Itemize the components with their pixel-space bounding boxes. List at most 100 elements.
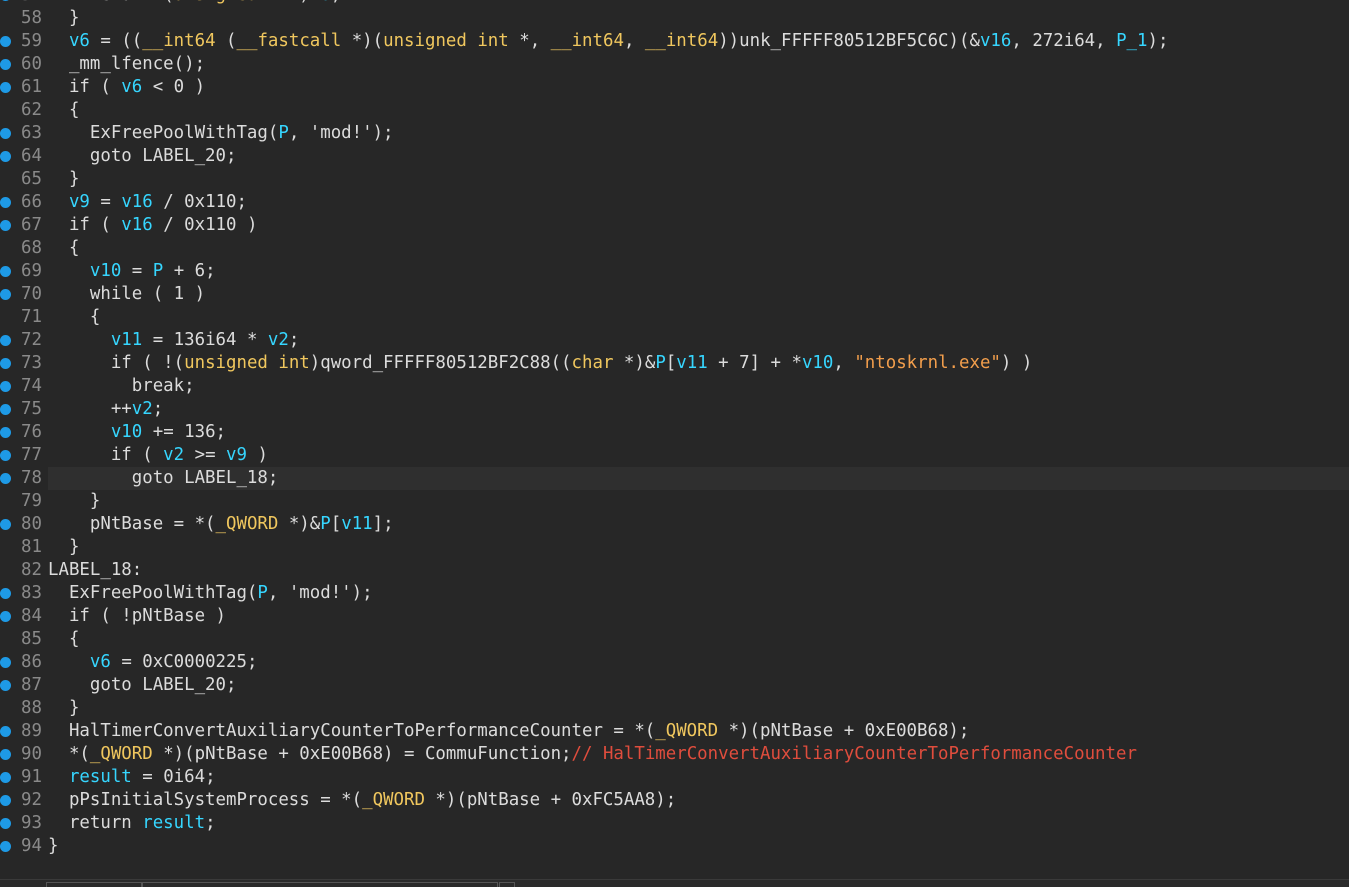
code-text[interactable]: } [48, 490, 100, 513]
code-text[interactable]: return result; [48, 812, 216, 835]
code-text[interactable]: ++v2; [48, 398, 163, 421]
pseudocode-view[interactable]: 57 return (unsigned int)v6;58 }59 v6 = (… [0, 0, 1349, 887]
code-token: } [48, 491, 101, 511]
code-line[interactable]: 67 if ( v16 / 0x110 ) [0, 214, 1349, 237]
code-line[interactable]: 80 pNtBase = *(_QWORD *)&P[v11]; [0, 513, 1349, 536]
code-text[interactable]: if ( !pNtBase ) [48, 605, 226, 628]
code-line[interactable]: 68 { [0, 237, 1349, 260]
code-line[interactable]: 69 v10 = P + 6; [0, 260, 1349, 283]
code-line[interactable]: 62 { [0, 99, 1349, 122]
code-text[interactable]: result = 0i64; [48, 766, 216, 789]
code-text[interactable]: { [48, 99, 79, 122]
code-token: if ( [48, 77, 122, 97]
code-area[interactable]: 57 return (unsigned int)v6;58 }59 v6 = (… [0, 0, 1349, 858]
code-text[interactable]: if ( !(unsigned int)qword_FFFFF80512BF2C… [48, 352, 1033, 375]
code-text[interactable]: return (unsigned int)v6; [48, 0, 341, 7]
code-text[interactable]: *(_QWORD *)(pNtBase + 0xE00B68) = CommuF… [48, 743, 1137, 766]
code-text[interactable]: if ( v2 >= v9 ) [48, 444, 268, 467]
code-text[interactable]: ExFreePoolWithTag(P, 'mod!'); [48, 582, 373, 605]
code-text[interactable]: } [48, 7, 79, 30]
code-text[interactable]: pNtBase = *(_QWORD *)&P[v11]; [48, 513, 394, 536]
code-token: char [571, 353, 614, 373]
code-text[interactable]: LABEL_18: [48, 559, 142, 582]
code-line[interactable]: 70 while ( 1 ) [0, 283, 1349, 306]
code-line[interactable]: 86 v6 = 0xC0000225; [0, 651, 1349, 674]
code-line[interactable]: 57 return (unsigned int)v6; [0, 0, 1349, 7]
code-text[interactable]: if ( v6 < 0 ) [48, 76, 205, 99]
code-line[interactable]: 77 if ( v2 >= v9 ) [0, 444, 1349, 467]
code-text[interactable]: pPsInitialSystemProcess = *(_QWORD *)(pN… [48, 789, 676, 812]
code-text[interactable]: goto LABEL_20; [48, 145, 237, 168]
code-token: v10 [89, 261, 122, 281]
code-text[interactable]: goto LABEL_20; [48, 674, 237, 697]
code-line[interactable]: 89 HalTimerConvertAuxiliaryCounterToPerf… [0, 720, 1349, 743]
code-line[interactable]: 65 } [0, 168, 1349, 191]
code-text[interactable]: v11 = 136i64 * v2; [48, 329, 300, 352]
code-line[interactable]: 90 *(_QWORD *)(pNtBase + 0xE00B68) = Com… [0, 743, 1349, 766]
code-text[interactable]: break; [48, 375, 195, 398]
code-token: } [48, 8, 80, 28]
code-text[interactable]: } [48, 168, 79, 191]
code-text[interactable]: } [48, 697, 79, 720]
code-line[interactable]: 81 } [0, 536, 1349, 559]
code-line[interactable]: 59 v6 = ((__int64 (__fastcall *)(unsigne… [0, 30, 1349, 53]
code-text[interactable]: { [48, 628, 79, 651]
code-token: v16 [121, 192, 153, 212]
code-text[interactable]: v10 += 136; [48, 421, 226, 444]
code-line[interactable]: 76 v10 += 136; [0, 421, 1349, 444]
code-line[interactable]: 91 result = 0i64; [0, 766, 1349, 789]
line-number: 58 [21, 8, 42, 28]
code-line[interactable]: 66 v9 = v16 / 0x110; [0, 191, 1349, 214]
line-number: 60 [21, 54, 42, 74]
code-line[interactable]: 61 if ( v6 < 0 ) [0, 76, 1349, 99]
line-number: 90 [21, 744, 42, 764]
code-token: LABEL_18: [48, 560, 143, 580]
code-line[interactable]: 75 ++v2; [0, 398, 1349, 421]
code-text[interactable]: ExFreePoolWithTag(P, 'mod!'); [48, 122, 394, 145]
code-text[interactable]: HalTimerConvertAuxiliaryCounterToPerform… [48, 720, 969, 743]
code-token: = [89, 192, 122, 212]
code-line[interactable]: 63 ExFreePoolWithTag(P, 'mod!'); [0, 122, 1349, 145]
code-line[interactable]: 60 _mm_lfence(); [0, 53, 1349, 76]
code-line[interactable]: 58 } [0, 7, 1349, 30]
line-number: 68 [21, 238, 42, 258]
code-token: = 0xC0000225; [110, 652, 258, 672]
code-line[interactable]: 85 { [0, 628, 1349, 651]
code-text[interactable]: while ( 1 ) [48, 283, 205, 306]
code-line[interactable]: 92 pPsInitialSystemProcess = *(_QWORD *)… [0, 789, 1349, 812]
code-token: , 'mod!'); [288, 123, 394, 143]
code-line[interactable]: 83 ExFreePoolWithTag(P, 'mod!'); [0, 582, 1349, 605]
code-line[interactable]: 73 if ( !(unsigned int)qword_FFFFF80512B… [0, 352, 1349, 375]
code-token: ]; [372, 514, 394, 534]
code-text[interactable]: { [48, 306, 100, 329]
code-text[interactable]: goto LABEL_18; [48, 467, 279, 490]
code-line[interactable]: 87 goto LABEL_20; [0, 674, 1349, 697]
code-text[interactable]: _mm_lfence(); [48, 53, 205, 76]
code-token: ) ) [1000, 353, 1033, 373]
code-token: = 0i64; [131, 767, 216, 787]
code-text[interactable]: v6 = 0xC0000225; [48, 651, 258, 674]
code-line[interactable]: 64 goto LABEL_20; [0, 145, 1349, 168]
code-line[interactable]: 78 goto LABEL_18; [0, 467, 1349, 490]
code-line[interactable]: 74 break; [0, 375, 1349, 398]
code-token: result [68, 767, 132, 787]
code-text[interactable]: { [48, 237, 79, 260]
code-line[interactable]: 72 v11 = 136i64 * v2; [0, 329, 1349, 352]
code-token: *)(pNtBase + 0xE00B68); [718, 721, 970, 741]
line-number: 87 [21, 675, 42, 695]
code-line[interactable]: 79 } [0, 490, 1349, 513]
code-line[interactable]: 84 if ( !pNtBase ) [0, 605, 1349, 628]
code-text[interactable]: } [48, 835, 58, 858]
code-text[interactable]: v9 = v16 / 0x110; [48, 191, 247, 214]
code-token: } [48, 836, 59, 856]
code-text[interactable]: v6 = ((__int64 (__fastcall *)(unsigned i… [48, 30, 1169, 53]
code-line[interactable]: 82 LABEL_18: [0, 559, 1349, 582]
code-line[interactable]: 94} [0, 835, 1349, 858]
code-line[interactable]: 93 return result; [0, 812, 1349, 835]
code-line[interactable]: 71 { [0, 306, 1349, 329]
code-text[interactable]: if ( v16 / 0x110 ) [48, 214, 257, 237]
code-token: v2 [163, 445, 185, 465]
code-line[interactable]: 88 } [0, 697, 1349, 720]
code-text[interactable]: v10 = P + 6; [48, 260, 216, 283]
code-text[interactable]: } [48, 536, 79, 559]
